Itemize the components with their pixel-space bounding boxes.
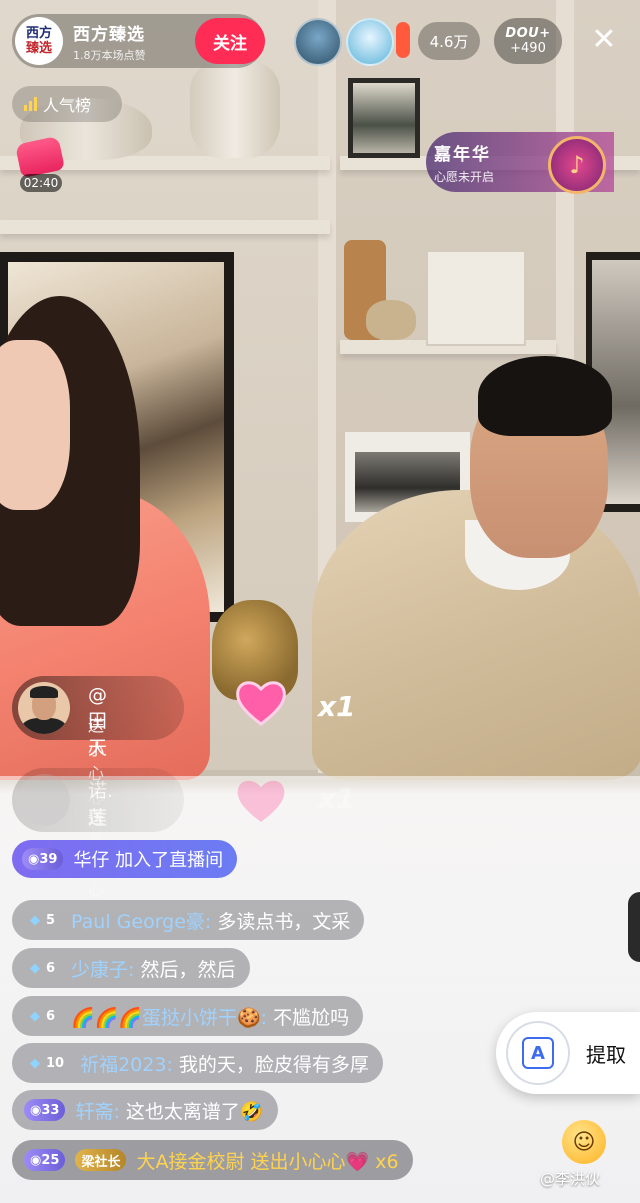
ceramic-jug: [190, 62, 280, 158]
user-level: 33: [41, 1102, 60, 1118]
chat-user[interactable]: 大A接金校尉: [136, 1147, 244, 1174]
user-level-badge: ◉ 33: [24, 1099, 66, 1121]
avatar-text-line2: 臻选: [25, 41, 52, 56]
woman-face: [0, 340, 70, 510]
viewer-count[interactable]: 4.6万: [418, 22, 480, 60]
gift-count: x1: [318, 782, 356, 815]
text-extract-popup[interactable]: A 提取: [496, 1012, 640, 1094]
jar: [366, 300, 416, 340]
shelf-board: [0, 220, 330, 234]
side-handle[interactable]: [628, 892, 640, 962]
chat-user[interactable]: 少康子:: [71, 955, 134, 982]
chat-message: ◆ 5 Paul George豪: 多读点书，文采: [12, 900, 365, 940]
carnival-banner[interactable]: 嘉年华 心愿未开启 ♪: [426, 132, 614, 194]
heart-icon: [232, 676, 290, 728]
user-level: 6: [46, 960, 56, 976]
chat-user[interactable]: 🌈🌈🌈蛋挞小饼干🍪:: [71, 1003, 267, 1030]
dou-plus-logo: DOU+: [505, 26, 551, 41]
chat-user[interactable]: 祈福2023:: [80, 1050, 173, 1077]
diamond-icon: ◆: [30, 912, 40, 928]
chat-text: 多读点书，文采: [217, 910, 351, 933]
gift-count: x1: [318, 690, 356, 723]
man-hair: [478, 356, 612, 436]
user-level: 5: [46, 912, 56, 928]
viewer-avatar[interactable]: [346, 18, 394, 66]
dou-plus-value: +490: [510, 41, 546, 56]
viewer-avatar[interactable]: [294, 18, 342, 66]
host-avatar[interactable]: 西方 臻选: [15, 17, 63, 65]
user-level-badge: ◆ 6: [24, 957, 61, 979]
chat-message: ◆ 10 祈福2023: 我的天，脸皮得有多厚: [12, 1043, 383, 1083]
user-level-badge: ◆ 5: [24, 909, 61, 931]
gift-bag-icon: [14, 135, 66, 179]
user-level-badge: ◆ 6: [24, 1005, 61, 1027]
carnival-subtitle: 心愿未开启: [434, 170, 495, 184]
chat-user[interactable]: 轩斋:: [75, 1097, 119, 1124]
signal-bars-icon: [24, 97, 37, 111]
dou-plus-badge[interactable]: DOU+ +490: [494, 18, 562, 64]
diamond-icon: ◆: [30, 1055, 40, 1071]
card-frame: [426, 250, 526, 346]
host-name: 西方臻选: [73, 24, 145, 45]
emoji-icon[interactable]: ☺: [562, 1120, 606, 1164]
chat-text: 我的天，脸皮得有多厚: [178, 1053, 369, 1076]
chat-message: ◉ 33 轩斋: 这也太离谱了🤣: [12, 1090, 278, 1130]
join-user[interactable]: 华仔: [73, 846, 109, 872]
user-level: 10: [46, 1055, 65, 1071]
join-notification: ◉ 39 华仔 加入了直播间: [12, 840, 238, 878]
user-level: 39: [39, 851, 58, 867]
gift-bag-timer[interactable]: 02:40: [12, 135, 68, 194]
follow-button[interactable]: 关注: [195, 18, 265, 64]
small-photo-frame: [348, 78, 420, 158]
chat-message: ◉ 25 梁社长 大A接金校尉 送出小心心💗 x6: [12, 1140, 413, 1180]
chat-text: 这也太离谱了🤣: [125, 1100, 264, 1123]
user-level: 6: [46, 1008, 56, 1024]
user-level-badge: ◉ 39: [22, 848, 64, 870]
gift-sender-avatar[interactable]: [18, 682, 70, 734]
user-level-badge: ◆ 10: [24, 1052, 70, 1074]
chat-text: 然后，然后: [140, 958, 236, 981]
text-extract-label: 提取: [586, 1042, 626, 1067]
chat-message: ◆ 6 🌈🌈🌈蛋挞小饼干🍪: 不尴尬吗: [12, 996, 364, 1036]
close-icon[interactable]: ✕: [586, 22, 622, 58]
chat-message: ◆ 6 少康子: 然后，然后: [12, 948, 250, 988]
chat-user[interactable]: Paul George豪:: [71, 907, 211, 934]
user-level: 25: [41, 1152, 60, 1168]
chat-text: 送出小心心💗 x6: [250, 1150, 399, 1173]
heart-icon: [232, 774, 290, 826]
viewer-avatar[interactable]: [396, 22, 410, 58]
carnival-title: 嘉年华: [434, 145, 491, 165]
diamond-icon: ◆: [30, 1008, 40, 1024]
text-extract-icon: A: [506, 1021, 570, 1085]
avatar-text-line1: 西方: [25, 26, 52, 41]
diamond-icon: ◆: [30, 960, 40, 976]
gift-sender-avatar[interactable]: [18, 774, 70, 826]
popularity-rank-button[interactable]: 人气榜: [12, 86, 122, 122]
timer-countdown: 02:40: [20, 174, 62, 192]
chat-text: 不尴尬吗: [273, 1006, 350, 1029]
carnival-icon: ♪: [548, 136, 606, 194]
join-text: 加入了直播间: [115, 850, 224, 871]
fan-club-badge: 梁社长: [75, 1149, 127, 1171]
host-like-count: 1.8万本场点赞: [73, 48, 146, 62]
popularity-label: 人气榜: [43, 96, 92, 115]
user-level-badge: ◉ 25: [24, 1149, 66, 1171]
watermark: @李洪伙: [540, 1170, 601, 1188]
